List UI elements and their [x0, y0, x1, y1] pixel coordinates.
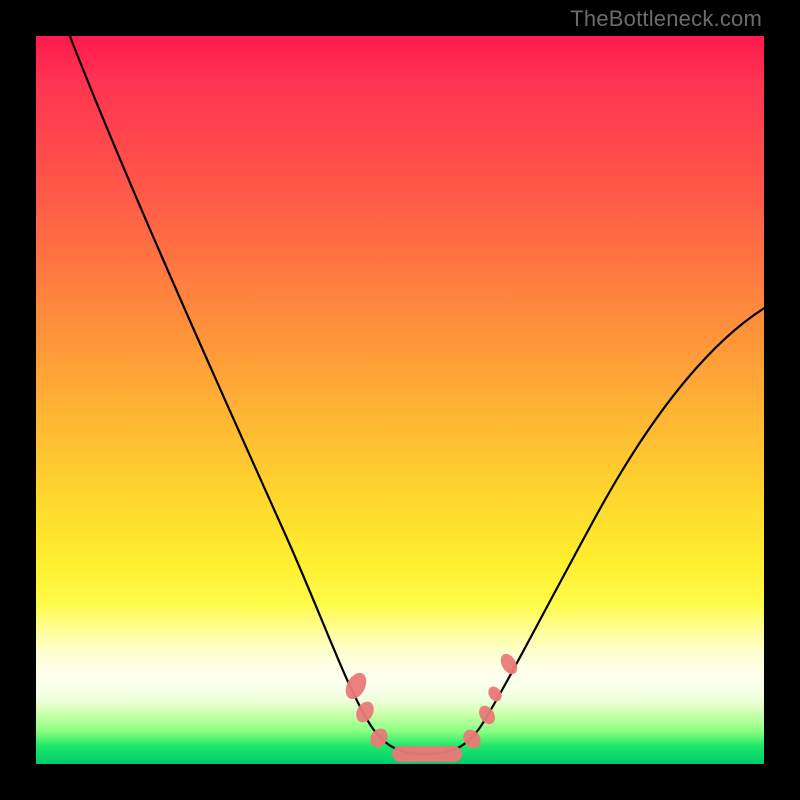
marker-pill: [392, 746, 462, 762]
marker-dot: [353, 699, 377, 726]
marker-dot: [460, 726, 485, 752]
watermark-text: TheBottleneck.com: [570, 6, 762, 32]
chart-svg: [36, 36, 764, 764]
marker-dot: [476, 703, 498, 727]
bottleneck-curve: [66, 26, 771, 754]
plot-area: [36, 36, 764, 764]
chart-frame: TheBottleneck.com: [0, 0, 800, 800]
marker-dot: [367, 725, 392, 751]
marker-dot: [486, 684, 505, 704]
